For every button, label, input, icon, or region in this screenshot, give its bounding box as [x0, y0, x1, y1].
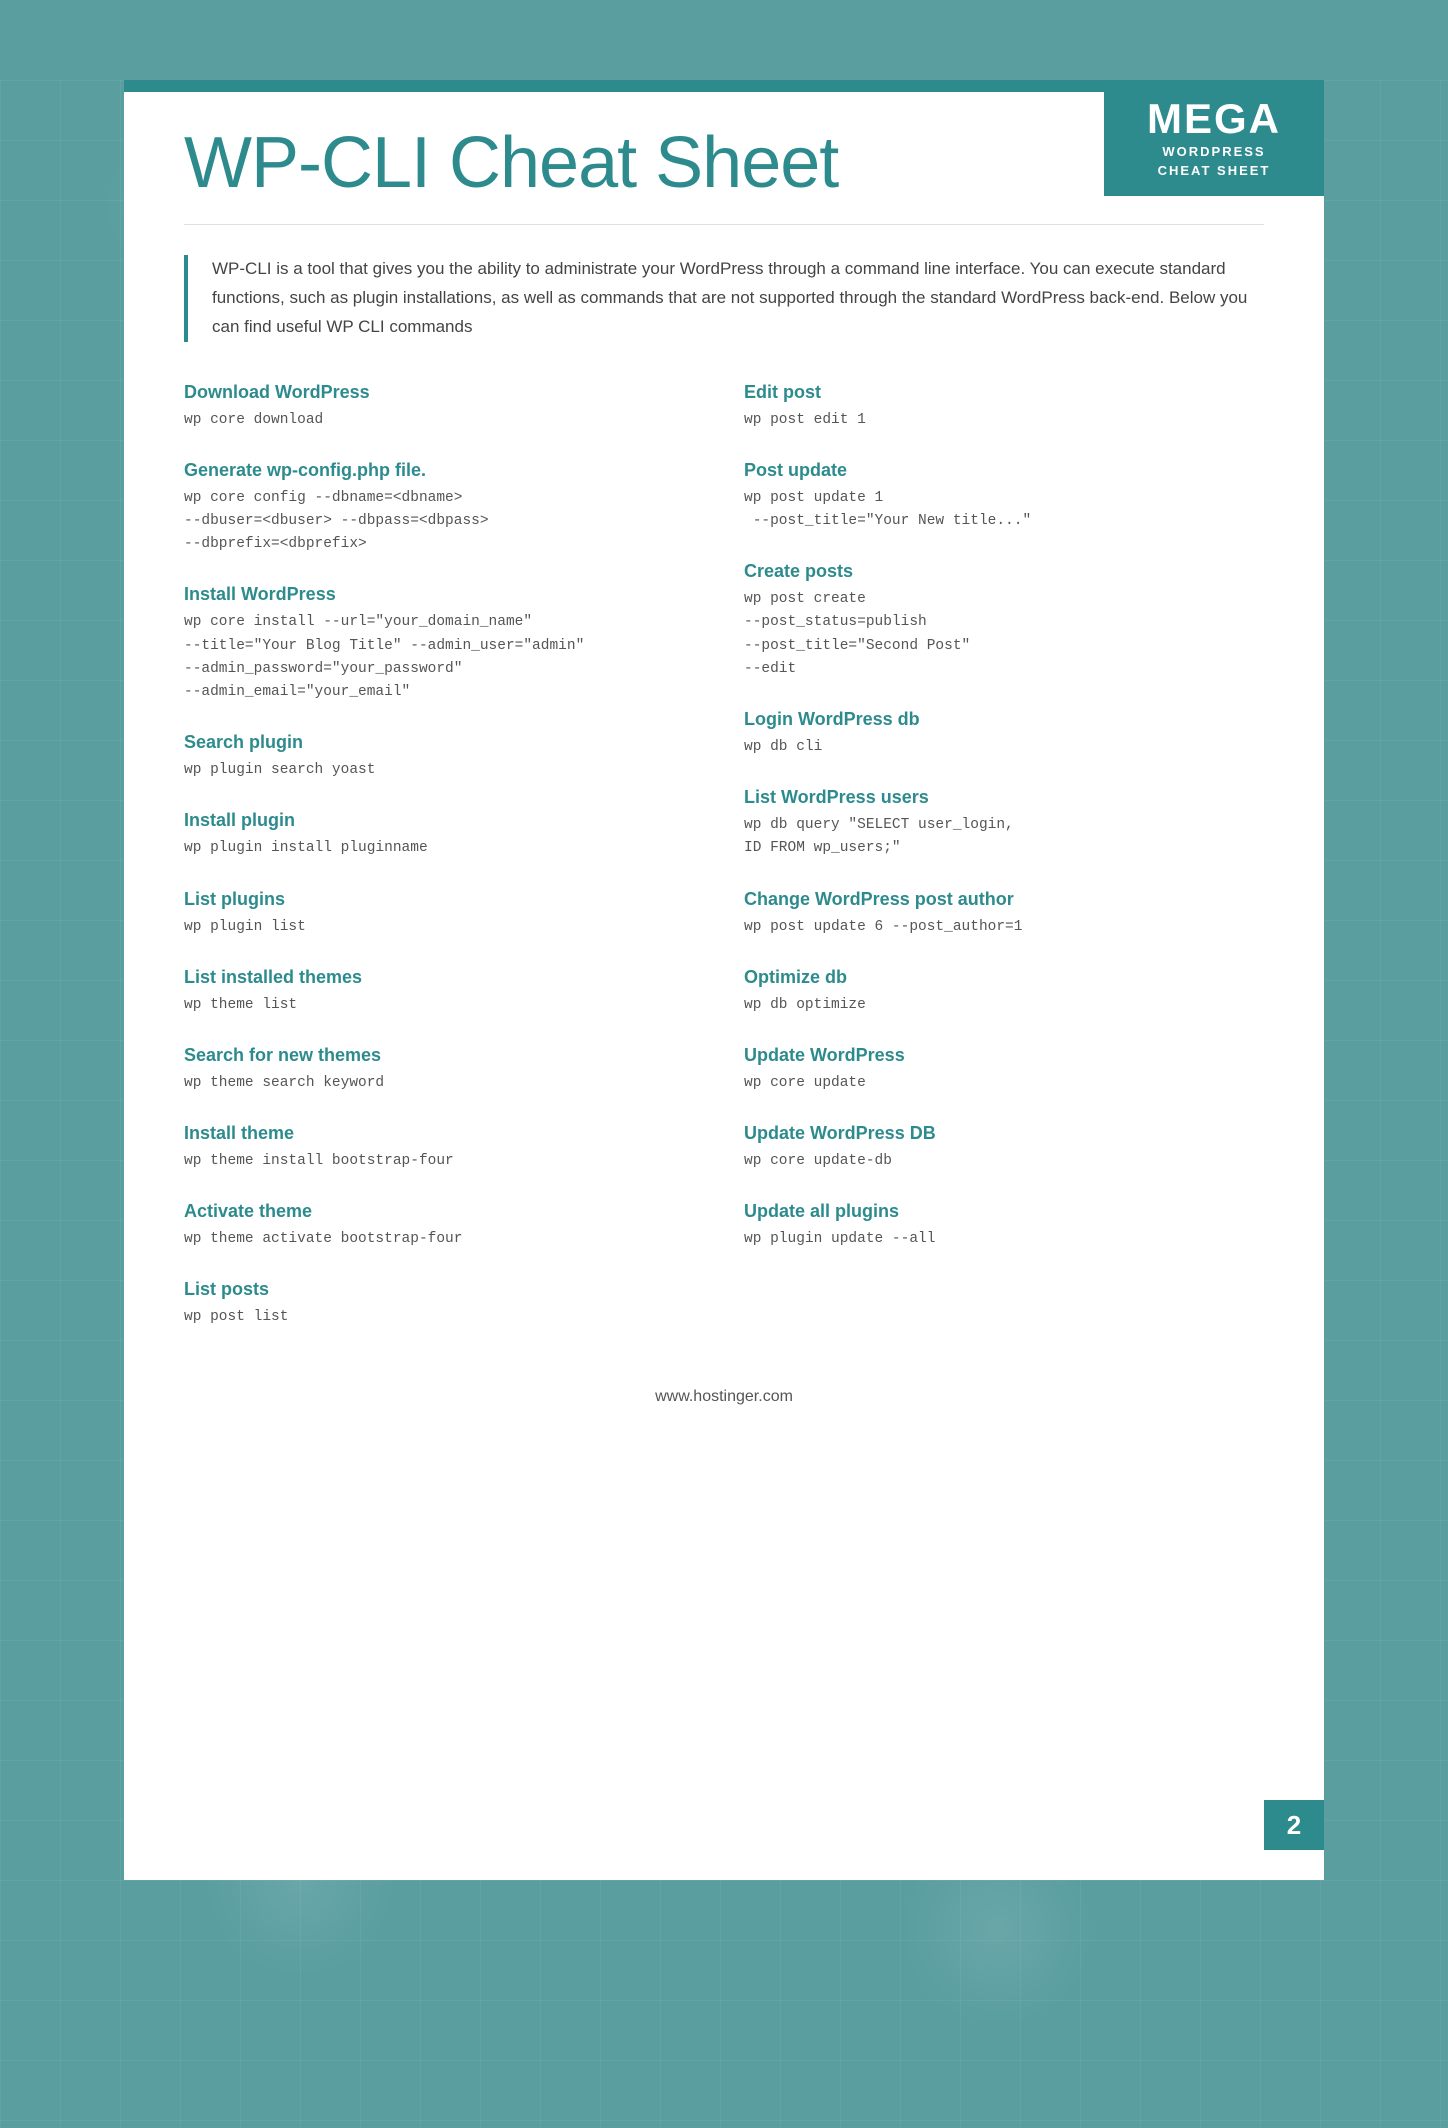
logo-line2: CHEAT SHEET	[1126, 163, 1302, 178]
command-title: Search plugin	[184, 732, 684, 753]
command-title: Change WordPress post author	[744, 889, 1264, 910]
left-command-item: Install WordPress wp core install --url="…	[184, 584, 724, 704]
command-code: wp db cli	[744, 736, 1264, 759]
command-code: wp theme list	[184, 994, 684, 1017]
command-title: Update all plugins	[744, 1201, 1264, 1222]
left-column: Download WordPress wp core download Genera…	[184, 382, 724, 1358]
left-command-item: Install plugin wp plugin install pluginna…	[184, 810, 724, 860]
command-code: wp core update	[744, 1072, 1264, 1095]
left-command-item: Activate theme wp theme activate bootstra…	[184, 1201, 724, 1251]
intro-text: WP-CLI is a tool that gives you the abil…	[212, 255, 1264, 342]
command-title: Download WordPress	[184, 382, 684, 403]
right-column: Edit post wp post edit 1 Post update wp pos…	[724, 382, 1264, 1358]
page-title: WP-CLI Cheat Sheet	[124, 92, 1104, 214]
command-code: wp theme activate bootstrap-four	[184, 1228, 684, 1251]
command-title: List installed themes	[184, 967, 684, 988]
command-code: wp plugin update --all	[744, 1228, 1264, 1251]
right-command-item: Update all plugins wp plugin update --all	[724, 1201, 1264, 1251]
command-code: wp db query "SELECT user_login, ID FROM …	[744, 814, 1264, 860]
left-command-item: Download WordPress wp core download	[184, 382, 724, 432]
intro-section: WP-CLI is a tool that gives you the abil…	[184, 255, 1264, 342]
command-code: wp core install --url="your_domain_name"…	[184, 611, 684, 704]
command-code: wp post list	[184, 1306, 684, 1329]
command-title: Update WordPress	[744, 1045, 1264, 1066]
left-command-item: List installed themes wp theme list	[184, 967, 724, 1017]
command-code: wp theme search keyword	[184, 1072, 684, 1095]
command-code: wp post update 1 --post_title="Your New …	[744, 487, 1264, 533]
footer: www.hostinger.com	[124, 1358, 1324, 1426]
command-code: wp core config --dbname=<dbname> --dbuse…	[184, 487, 684, 557]
logo-mega: MEGA	[1126, 98, 1302, 140]
right-command-item: List WordPress users wp db query "SELECT …	[724, 787, 1264, 860]
command-code: wp post create --post_status=publish --p…	[744, 588, 1264, 681]
command-title: Post update	[744, 460, 1264, 481]
commands-grid: Download WordPress wp core download Genera…	[184, 382, 1264, 1358]
right-command-item: Post update wp post update 1 --post_title…	[724, 460, 1264, 533]
command-code: wp db optimize	[744, 994, 1264, 1017]
command-title: Install theme	[184, 1123, 684, 1144]
command-title: Optimize db	[744, 967, 1264, 988]
logo-area: MEGA WORDPRESS CHEAT SHEET	[1104, 80, 1324, 196]
right-command-item: Update WordPress DB wp core update-db	[724, 1123, 1264, 1173]
command-code: wp plugin search yoast	[184, 759, 684, 782]
title-divider	[184, 224, 1264, 225]
command-title: Install WordPress	[184, 584, 684, 605]
main-card: MEGA WORDPRESS CHEAT SHEET WP-CLI Cheat …	[124, 80, 1324, 1880]
command-code: wp post update 6 --post_author=1	[744, 916, 1264, 939]
right-command-item: Edit post wp post edit 1	[724, 382, 1264, 432]
right-command-item: Update WordPress wp core update	[724, 1045, 1264, 1095]
command-title: Login WordPress db	[744, 709, 1264, 730]
command-code: wp core download	[184, 409, 684, 432]
left-command-item: Search for new themes wp theme search key…	[184, 1045, 724, 1095]
command-title: Edit post	[744, 382, 1264, 403]
right-command-item: Change WordPress post author wp post upda…	[724, 889, 1264, 939]
command-code: wp theme install bootstrap-four	[184, 1150, 684, 1173]
right-command-item: Create posts wp post create --post_status…	[724, 561, 1264, 681]
command-code: wp post edit 1	[744, 409, 1264, 432]
command-title: Install plugin	[184, 810, 684, 831]
left-command-item: List posts wp post list	[184, 1279, 724, 1329]
command-title: Create posts	[744, 561, 1264, 582]
footer-url: www.hostinger.com	[655, 1388, 793, 1405]
left-command-item: List plugins wp plugin list	[184, 889, 724, 939]
right-command-item: Optimize db wp db optimize	[724, 967, 1264, 1017]
command-code: wp plugin install pluginname	[184, 837, 684, 860]
command-title: Generate wp-config.php file.	[184, 460, 684, 481]
command-title: Update WordPress DB	[744, 1123, 1264, 1144]
command-title: List plugins	[184, 889, 684, 910]
command-title: List WordPress users	[744, 787, 1264, 808]
left-command-item: Install theme wp theme install bootstrap-…	[184, 1123, 724, 1173]
right-command-item: Login WordPress db wp db cli	[724, 709, 1264, 759]
command-title: List posts	[184, 1279, 684, 1300]
command-code: wp core update-db	[744, 1150, 1264, 1173]
command-code: wp plugin list	[184, 916, 684, 939]
left-command-item: Generate wp-config.php file. wp core conf…	[184, 460, 724, 557]
command-title: Activate theme	[184, 1201, 684, 1222]
left-command-item: Search plugin wp plugin search yoast	[184, 732, 724, 782]
logo-line1: WORDPRESS	[1126, 144, 1302, 159]
page-number: 2	[1264, 1800, 1324, 1850]
command-title: Search for new themes	[184, 1045, 684, 1066]
